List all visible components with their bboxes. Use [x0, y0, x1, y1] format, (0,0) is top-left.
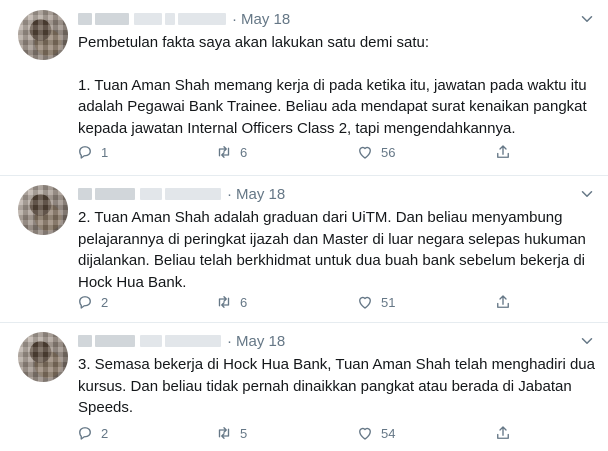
share-icon: [497, 295, 509, 308]
reply-button[interactable]: 1: [76, 142, 108, 162]
share-button[interactable]: [494, 423, 512, 443]
tweet-header: · May 18: [78, 331, 285, 351]
chevron-down-icon[interactable]: [578, 10, 596, 28]
tweet[interactable]: · May 18 2. Tuan Aman Shah adalah gradua…: [0, 175, 608, 322]
tweet-text: 3. Semasa bekerja di Hock Hua Bank, Tuan…: [78, 354, 598, 419]
heart-icon: [359, 296, 371, 309]
share-button[interactable]: [494, 142, 512, 162]
like-count: 56: [381, 144, 396, 160]
tweet-paragraph: 1. Tuan Aman Shah memang kerja di pada k…: [78, 76, 587, 137]
like-button[interactable]: 51: [356, 292, 395, 312]
share-icon: [497, 426, 509, 439]
retweet-icon: [218, 146, 230, 158]
share-icon: [497, 145, 509, 158]
blurred-handle: [134, 13, 226, 25]
like-button[interactable]: 56: [356, 142, 395, 162]
reply-icon: [79, 296, 91, 309]
blurred-handle: [140, 335, 221, 347]
share-button[interactable]: [494, 292, 512, 312]
like-count: 51: [381, 294, 396, 310]
retweet-button[interactable]: 6: [215, 292, 247, 312]
avatar[interactable]: [18, 332, 68, 382]
tweet-actions: 2 6 51: [70, 292, 520, 312]
tweet-paragraph: 2. Tuan Aman Shah adalah graduan dari Ui…: [78, 209, 586, 291]
tweet-date[interactable]: May 18: [236, 333, 285, 350]
chevron-down-icon[interactable]: [578, 332, 596, 350]
tweet-header: · May 18: [78, 9, 290, 29]
tweet-text: Pembetulan fakta saya akan lakukan satu …: [78, 32, 598, 139]
retweet-button[interactable]: 5: [215, 423, 247, 443]
avatar[interactable]: [18, 10, 68, 60]
retweet-icon: [218, 427, 230, 439]
retweet-count: 5: [240, 425, 248, 441]
reply-count: 2: [101, 294, 109, 310]
retweet-button[interactable]: 6: [215, 142, 247, 162]
separator-dot: ·: [227, 185, 232, 203]
reply-button[interactable]: 2: [76, 292, 108, 312]
tweet-text: 2. Tuan Aman Shah adalah graduan dari Ui…: [78, 207, 598, 293]
tweet-paragraph: 3. Semasa bekerja di Hock Hua Bank, Tuan…: [78, 356, 595, 416]
retweet-count: 6: [240, 294, 248, 310]
separator-dot: ·: [227, 332, 232, 350]
heart-icon: [359, 427, 371, 440]
reply-count: 2: [101, 425, 109, 441]
like-count: 54: [381, 425, 396, 441]
tweet-date[interactable]: May 18: [241, 11, 290, 28]
tweet-paragraph: Pembetulan fakta saya akan lakukan satu …: [78, 34, 430, 51]
reply-icon: [79, 146, 91, 159]
like-button[interactable]: 54: [356, 423, 395, 443]
tweet-actions: 1 6 56: [70, 142, 520, 162]
reply-button[interactable]: 2: [76, 423, 108, 443]
tweet-actions: 2 5 54: [70, 423, 520, 443]
heart-icon: [359, 146, 371, 159]
blurred-display-name: [78, 335, 135, 347]
tweet-date[interactable]: May 18: [236, 186, 285, 203]
reply-count: 1: [101, 144, 109, 160]
chevron-down-icon[interactable]: [578, 185, 596, 203]
blurred-display-name: [78, 188, 135, 200]
blurred-handle: [140, 188, 221, 200]
avatar[interactable]: [18, 185, 68, 235]
tweet-header: · May 18: [78, 184, 285, 204]
tweet[interactable]: · May 18 Pembetulan fakta saya akan laku…: [0, 0, 608, 175]
retweet-count: 6: [240, 144, 248, 160]
tweet[interactable]: · May 18 3. Semasa bekerja di Hock Hua B…: [0, 322, 608, 451]
reply-icon: [79, 427, 91, 440]
separator-dot: ·: [232, 10, 237, 28]
blurred-display-name: [78, 13, 129, 25]
retweet-icon: [218, 296, 230, 308]
